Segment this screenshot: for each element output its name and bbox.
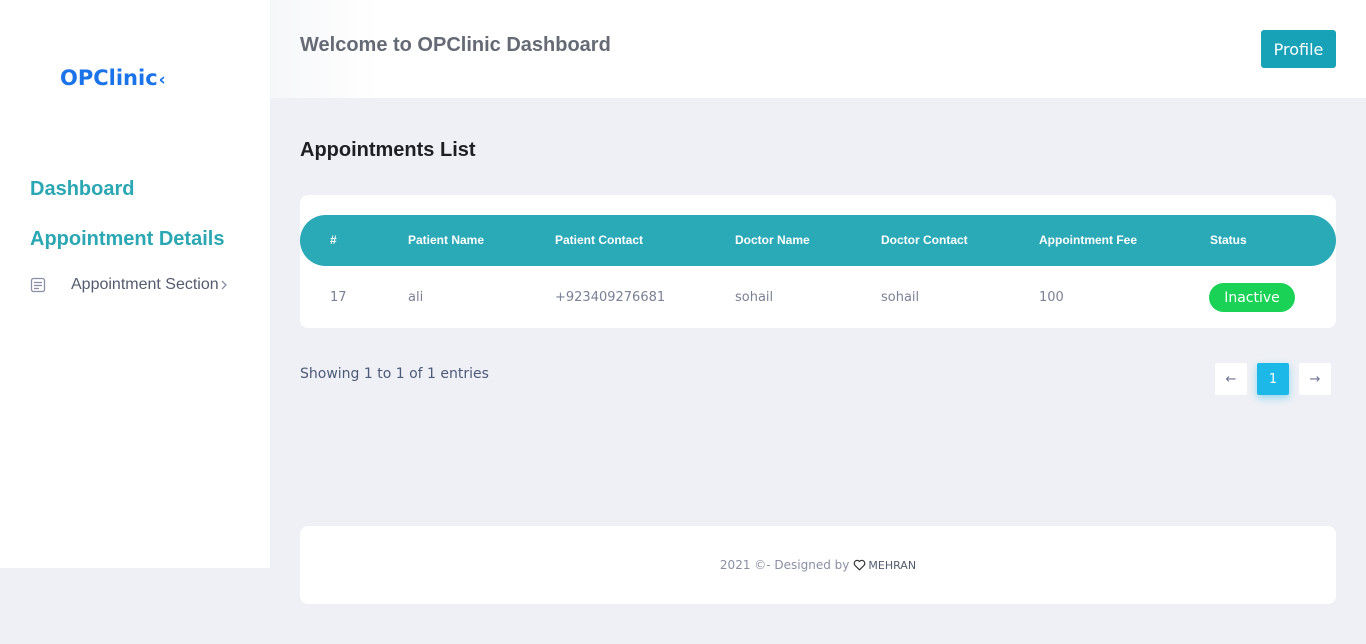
appointments-table: # Patient Name Patient Contact Doctor Na… xyxy=(300,195,1336,328)
cell-doctor-name: sohail xyxy=(735,290,774,305)
app-logo[interactable]: OPClinic‹ xyxy=(60,66,166,90)
heart-icon xyxy=(854,559,866,571)
column-header-patient-contact[interactable]: Patient Contact xyxy=(555,233,643,247)
column-header-doctor-name[interactable]: Doctor Name xyxy=(735,233,810,247)
table-header: # Patient Name Patient Contact Doctor Na… xyxy=(300,215,1336,266)
column-header-status[interactable]: Status xyxy=(1210,233,1247,247)
collapse-chevron-icon[interactable]: ‹ xyxy=(159,70,166,90)
chevron-right-icon xyxy=(221,280,227,290)
footer-author: MEHRAN xyxy=(868,558,917,572)
sidebar: OPClinic‹ Dashboard Appointment Details … xyxy=(0,0,270,568)
cell-doctor-contact: sohail xyxy=(881,290,920,305)
document-list-icon xyxy=(30,277,46,293)
pagination-page-button[interactable]: 1 xyxy=(1257,363,1289,395)
cell-id: 17 xyxy=(330,290,347,305)
profile-button[interactable]: Profile xyxy=(1261,30,1336,68)
column-header-appointment-fee[interactable]: Appointment Fee xyxy=(1039,233,1137,247)
page-title: Welcome to OPClinic Dashboard xyxy=(300,34,611,56)
cell-patient-name: ali xyxy=(408,290,424,305)
logo-text: OPClinic xyxy=(60,66,158,90)
status-badge[interactable]: Inactive xyxy=(1209,283,1295,312)
nav-appointment-section[interactable]: Appointment Section xyxy=(30,276,245,294)
nav-dashboard[interactable]: Dashboard xyxy=(30,178,134,201)
nav-appointment-details[interactable]: Appointment Details xyxy=(30,228,224,251)
entries-info: Showing 1 to 1 of 1 entries xyxy=(300,366,489,382)
top-header: Welcome to OPClinic Dashboard Profile xyxy=(270,0,1366,98)
nav-appointment-section-label: Appointment Section xyxy=(71,276,219,293)
footer: 2021 ©- Designed by MEHRAN xyxy=(300,526,1336,604)
cell-appointment-fee: 100 xyxy=(1039,290,1064,305)
arrow-right-icon: → xyxy=(1309,371,1321,387)
column-header-doctor-contact[interactable]: Doctor Contact xyxy=(881,233,968,247)
pagination-prev-button[interactable]: ← xyxy=(1215,363,1247,395)
section-title: Appointments List xyxy=(300,139,476,161)
arrow-left-icon: ← xyxy=(1225,371,1237,387)
column-header-patient-name[interactable]: Patient Name xyxy=(408,233,484,247)
footer-text: 2021 ©- Designed by xyxy=(719,558,850,572)
column-header-id[interactable]: # xyxy=(330,233,337,247)
cell-patient-contact: +923409276681 xyxy=(555,290,666,305)
pagination-next-button[interactable]: → xyxy=(1299,363,1331,395)
